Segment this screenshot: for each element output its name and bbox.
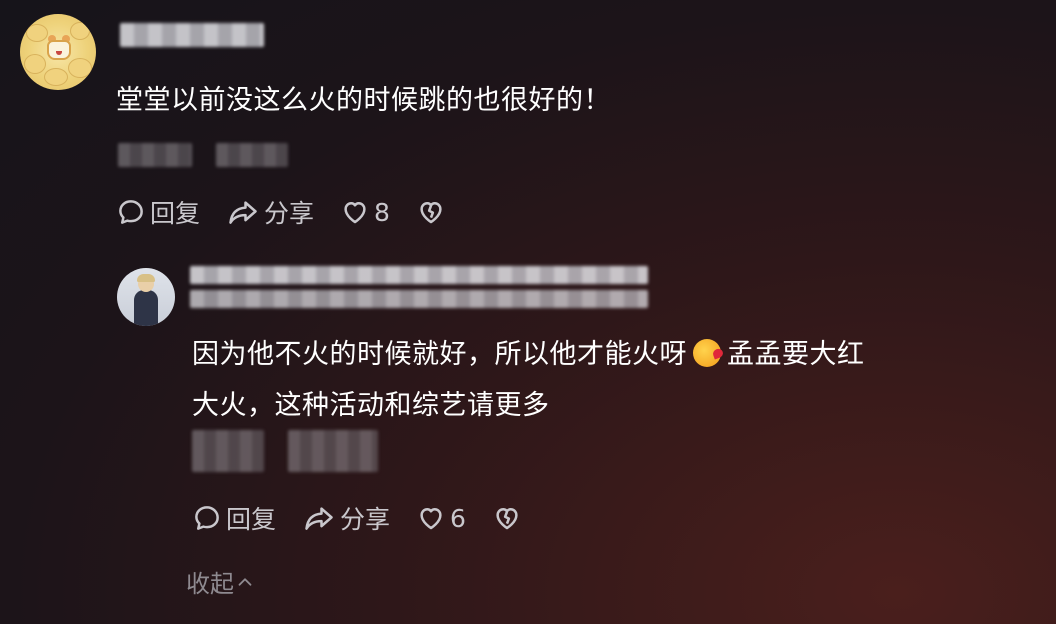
dislike-button[interactable] — [416, 197, 450, 227]
share-arrow-icon — [305, 507, 333, 530]
reply-text: 因为他不火的时候就好，所以他才能火呀 孟孟要大红 — [192, 332, 865, 378]
broken-heart-icon — [496, 508, 518, 530]
share-label: 分享 — [340, 505, 391, 534]
like-count: 8 — [374, 197, 390, 227]
share-label: 分享 — [264, 199, 315, 228]
like-button[interactable]: 8 — [340, 197, 390, 227]
reply-text-line2: 大火，这种活动和综艺请更多 — [192, 390, 550, 421]
reply-commenter-avatar[interactable] — [117, 268, 175, 326]
share-button[interactable]: 分享 — [302, 500, 390, 536]
meta-redacted — [288, 430, 378, 472]
heart-icon — [420, 508, 442, 530]
username-redacted[interactable] — [190, 266, 648, 284]
heart-icon — [344, 202, 366, 224]
meta-redacted — [118, 143, 192, 167]
collapse-label: 收起 — [186, 570, 234, 598]
collapse-replies-button[interactable]: 收起 — [186, 564, 256, 599]
reply-actions: 回复 分享 6 — [192, 500, 552, 536]
like-button[interactable]: 6 — [416, 503, 466, 533]
reply-label: 回复 — [150, 199, 201, 228]
reply-label: 回复 — [226, 505, 277, 534]
username-redacted — [190, 290, 648, 308]
meta-redacted — [192, 430, 264, 472]
comment-bubble-icon — [119, 200, 143, 224]
dislike-button[interactable] — [492, 503, 526, 533]
broken-heart-icon — [420, 202, 442, 224]
comment-actions: 回复 分享 8 — [116, 194, 476, 230]
comment-bubble-icon — [195, 506, 219, 530]
share-button[interactable]: 分享 — [226, 194, 314, 230]
share-arrow-icon — [229, 201, 257, 224]
like-count: 6 — [450, 503, 466, 533]
username-redacted[interactable] — [120, 23, 264, 47]
reply-text-line1-tail: 孟孟要大红 — [727, 339, 865, 370]
reply-button[interactable]: 回复 — [192, 500, 276, 536]
chevron-up-icon — [238, 577, 252, 586]
meta-redacted — [216, 143, 288, 167]
reply-button[interactable]: 回复 — [116, 194, 200, 230]
commenter-avatar[interactable] — [20, 14, 96, 90]
reply-text-line1: 因为他不火的时候就好，所以他才能火呀 — [192, 339, 687, 370]
kiss-emoji-icon — [693, 339, 721, 367]
comment-text: 堂堂以前没这么火的时候跳的也很好的！ — [116, 85, 611, 116]
